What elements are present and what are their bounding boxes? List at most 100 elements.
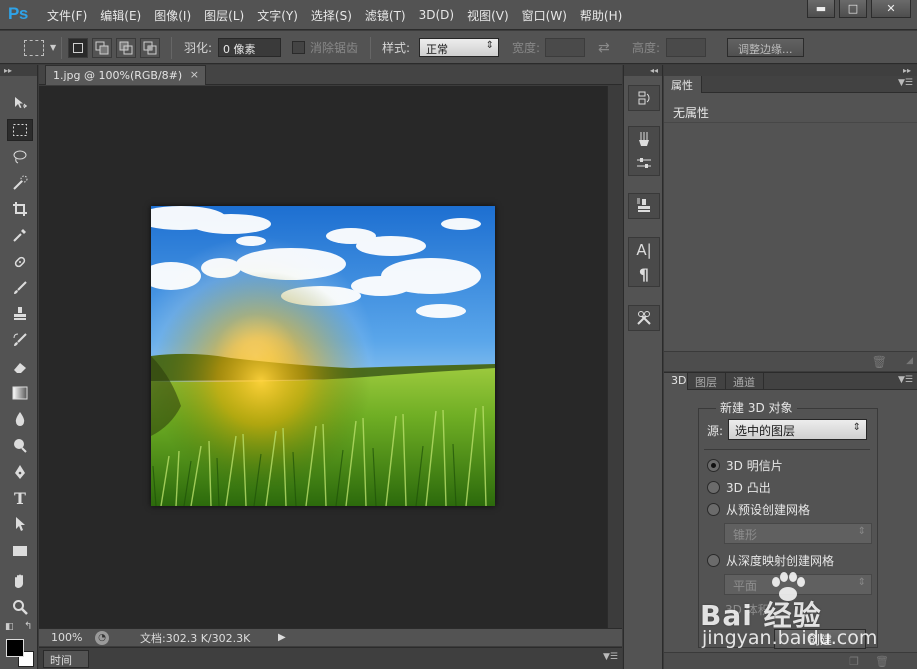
- depth-map-select[interactable]: 平面: [724, 574, 872, 595]
- tab-channels[interactable]: 通道: [726, 373, 764, 390]
- option-3d-extrusion[interactable]: 3D 凸出: [707, 479, 771, 496]
- style-select[interactable]: 正常: [419, 38, 499, 57]
- hand-tool-icon[interactable]: [7, 570, 33, 592]
- vertical-scrollbar[interactable]: [607, 86, 622, 628]
- menu-help[interactable]: 帮助(H): [580, 7, 622, 24]
- eyedropper-tool-icon[interactable]: [7, 224, 33, 246]
- paragraph-icon[interactable]: ¶: [629, 262, 659, 286]
- menu-view[interactable]: 视图(V): [467, 7, 509, 24]
- lasso-tool-icon[interactable]: [7, 146, 33, 168]
- menu-file[interactable]: 文件(F): [47, 7, 87, 24]
- antialias-label: 消除锯齿: [310, 41, 359, 55]
- panel-menu-icon[interactable]: ▼☰: [898, 375, 913, 385]
- option-mesh-from-depth[interactable]: 从深度映射创建网格: [707, 552, 834, 569]
- clone-stamp-tool-icon[interactable]: [7, 303, 33, 325]
- dodge-tool-icon[interactable]: [7, 435, 33, 457]
- add-selection-button[interactable]: [92, 37, 112, 58]
- tool-preset-picker[interactable]: ▼: [24, 31, 56, 64]
- swap-dimensions-icon[interactable]: ⇄: [598, 40, 610, 56]
- history-brush-tool-icon[interactable]: [7, 329, 33, 351]
- path-selection-tool-icon[interactable]: [7, 513, 33, 535]
- new-selection-button[interactable]: [68, 37, 88, 58]
- height-input[interactable]: [666, 38, 706, 57]
- option-mesh-from-preset[interactable]: 从预设创建网格: [707, 501, 810, 518]
- status-info-icon[interactable]: ◔: [95, 630, 109, 645]
- brush-presets-icon[interactable]: [629, 127, 659, 151]
- menu-type[interactable]: 文字(Y): [257, 7, 298, 24]
- zoom-level[interactable]: 100%: [39, 631, 87, 644]
- panel-dock: ◂◂ A| ¶: [623, 65, 663, 669]
- menu-window[interactable]: 窗口(W): [522, 7, 567, 24]
- clone-source-icon[interactable]: [629, 194, 659, 218]
- menu-filter[interactable]: 滤镜(T): [365, 7, 406, 24]
- antialias-checkbox[interactable]: [292, 41, 305, 54]
- character-icon[interactable]: A|: [629, 238, 659, 262]
- tools-collapse-icon[interactable]: ▸▸: [0, 65, 37, 76]
- main-menu: 文件(F) 编辑(E) 图像(I) 图层(L) 文字(Y) 选择(S) 滤镜(T…: [47, 0, 635, 30]
- antialias-checkbox-group[interactable]: 消除锯齿: [292, 31, 358, 64]
- menu-3d[interactable]: 3D(D): [419, 8, 454, 22]
- tab-properties[interactable]: 属性: [664, 76, 702, 93]
- pen-tool-icon[interactable]: [7, 461, 33, 483]
- gradient-tool-icon[interactable]: [7, 382, 33, 404]
- photoshop-logo: Ps: [8, 4, 28, 23]
- option-3d-postcard[interactable]: 3D 明信片: [707, 457, 783, 474]
- healing-brush-tool-icon[interactable]: [7, 251, 33, 273]
- width-input[interactable]: [545, 38, 585, 57]
- radio-mesh-from-depth[interactable]: [707, 554, 720, 567]
- foreground-color-swatch[interactable]: [6, 639, 24, 657]
- move-tool-icon[interactable]: [7, 92, 33, 114]
- tab-3d[interactable]: 3D: [664, 373, 688, 390]
- tools-panel: ▸▸ T ◧ ↰: [0, 65, 38, 669]
- close-button[interactable]: ✕: [871, 0, 911, 18]
- subtract-selection-button[interactable]: [116, 37, 136, 58]
- default-colors-icon[interactable]: ◧: [5, 622, 14, 632]
- swap-colors-icon[interactable]: ↰: [24, 621, 32, 632]
- radio-3d-extrusion[interactable]: [707, 481, 720, 494]
- menu-edit[interactable]: 编辑(E): [100, 7, 141, 24]
- feather-label: 羽化:: [184, 41, 213, 55]
- trash-icon[interactable]: 🗑: [875, 655, 889, 668]
- feather-input[interactable]: 0 像素: [218, 38, 281, 57]
- menu-select[interactable]: 选择(S): [311, 7, 352, 24]
- blur-tool-icon[interactable]: [7, 408, 33, 430]
- intersect-selection-button[interactable]: [140, 37, 160, 58]
- menu-layer[interactable]: 图层(L): [204, 7, 244, 24]
- preset-mesh-select[interactable]: 锥形: [724, 523, 872, 544]
- status-menu-arrow-icon[interactable]: ▶: [278, 632, 290, 644]
- rectangular-marquee-tool-icon[interactable]: [7, 119, 33, 141]
- history-icon[interactable]: [629, 86, 659, 110]
- menu-image[interactable]: 图像(I): [154, 7, 191, 24]
- timeline-tab[interactable]: 时间轴: [43, 650, 89, 668]
- eraser-tool-icon[interactable]: [7, 356, 33, 378]
- maximize-button[interactable]: □: [839, 0, 867, 18]
- source-select[interactable]: 选中的图层: [728, 419, 867, 440]
- document-image[interactable]: [151, 206, 495, 506]
- refine-edge-button[interactable]: 调整边缘...: [727, 38, 804, 57]
- document-info: 文档:302.3 K/302.3K: [140, 631, 251, 645]
- document-tab[interactable]: 1.jpg @ 100%(RGB/8#) ×: [45, 65, 206, 85]
- radio-3d-postcard[interactable]: [707, 459, 720, 472]
- trash-icon[interactable]: 🗑: [872, 355, 887, 369]
- panel-menu-icon[interactable]: ▼☰: [603, 652, 618, 662]
- resize-grip-icon[interactable]: ◢: [906, 356, 913, 366]
- dock-collapse-icon[interactable]: ◂◂: [624, 65, 662, 76]
- brush-settings-icon[interactable]: [629, 151, 659, 175]
- option-label: 从预设创建网格: [726, 503, 811, 517]
- quick-selection-tool-icon[interactable]: [7, 172, 33, 194]
- minimize-button[interactable]: ▬: [807, 0, 835, 18]
- tool-presets-icon[interactable]: [629, 306, 659, 330]
- zoom-tool-icon[interactable]: [7, 596, 33, 618]
- 3d-volume-label: 3D 体积: [725, 603, 770, 617]
- type-tool-icon[interactable]: T: [7, 487, 33, 509]
- tab-close-icon[interactable]: ×: [190, 68, 199, 81]
- tab-layers[interactable]: 图层: [688, 373, 726, 390]
- rectangle-tool-icon[interactable]: [7, 540, 33, 562]
- panel-menu-icon[interactable]: ▼☰: [898, 78, 913, 88]
- crop-tool-icon[interactable]: [7, 198, 33, 220]
- panel-collapse-icon[interactable]: ▸▸: [664, 65, 917, 76]
- radio-mesh-from-preset[interactable]: [707, 503, 720, 516]
- new-icon[interactable]: ❐: [849, 655, 859, 668]
- create-button[interactable]: 创建: [774, 629, 866, 649]
- brush-tool-icon[interactable]: [7, 277, 33, 299]
